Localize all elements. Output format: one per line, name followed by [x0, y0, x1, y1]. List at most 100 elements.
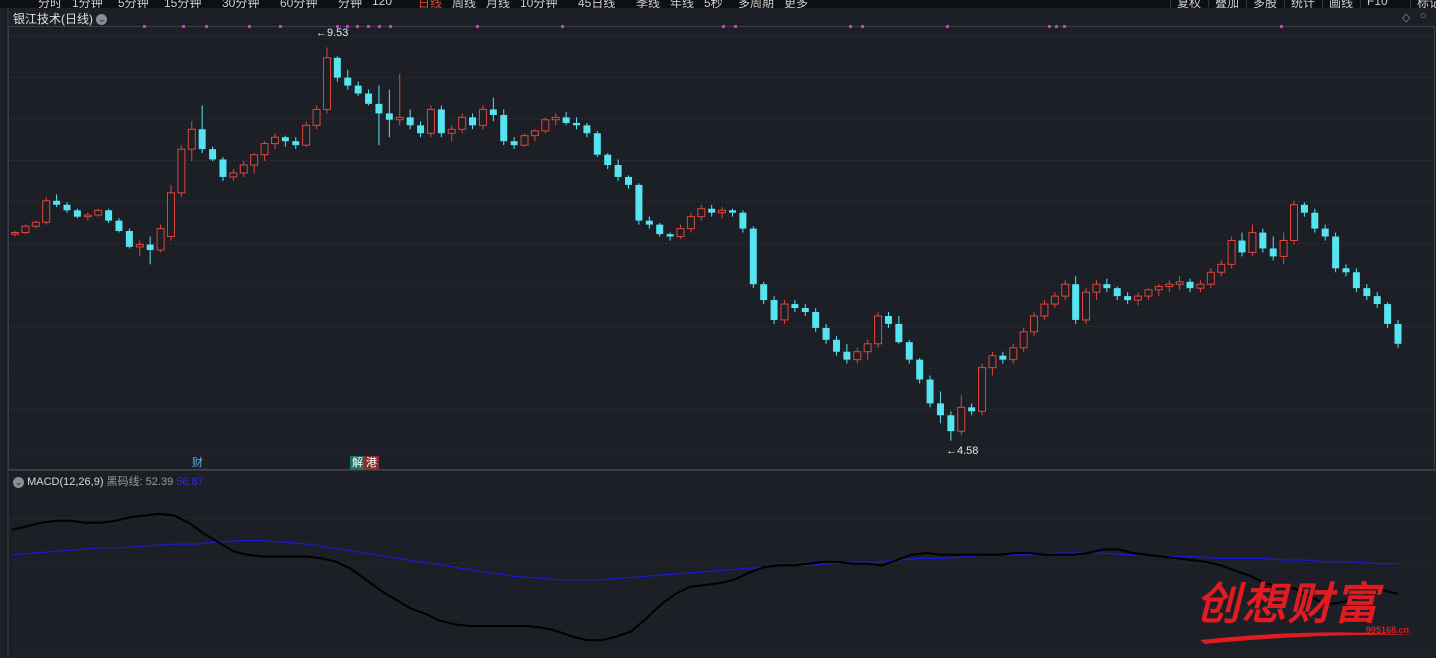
candle-body [770, 300, 778, 320]
candle-body [1206, 271, 1215, 285]
candle [853, 347, 862, 364]
candle-body [260, 143, 269, 156]
candle [905, 339, 913, 364]
candle [1082, 288, 1091, 324]
candle [884, 312, 892, 328]
candle [770, 296, 778, 324]
candle [686, 212, 695, 233]
candle [1061, 280, 1070, 301]
event-dot [1048, 25, 1051, 28]
unlock-badge[interactable]: 解 [350, 456, 365, 470]
candle [1269, 236, 1277, 261]
candle-body [1134, 295, 1143, 301]
candle-body [884, 315, 892, 324]
candle [583, 122, 591, 138]
candle [1165, 280, 1174, 293]
candle [666, 232, 674, 241]
hk-connect-badge[interactable]: 港 [364, 456, 379, 470]
candle [645, 216, 653, 229]
candle [541, 117, 550, 134]
candle-body [1373, 296, 1381, 305]
event-dot [143, 25, 146, 28]
candle [510, 137, 518, 150]
candle-body [395, 116, 404, 121]
candle-body [42, 200, 51, 223]
candle [1238, 232, 1246, 257]
candle [198, 105, 206, 154]
candle-body [1196, 283, 1205, 289]
candle-body [292, 141, 300, 146]
candle-body [1144, 289, 1153, 297]
chevron-down-icon[interactable]: ⌄ [96, 14, 108, 26]
candle [1019, 327, 1028, 352]
candle [822, 323, 830, 344]
candle-body [312, 108, 321, 126]
candle-body [978, 367, 987, 412]
candle [447, 125, 456, 142]
chart-grid [7, 8, 1436, 658]
candle-body [1092, 283, 1101, 293]
candle [656, 223, 664, 237]
candle [302, 121, 311, 147]
candle [676, 224, 685, 239]
candle-body [666, 234, 674, 237]
candle [947, 411, 955, 441]
candle-body [209, 149, 217, 160]
event-dot [946, 25, 949, 28]
candle [21, 224, 30, 235]
candle [83, 212, 92, 221]
candle-body [115, 220, 123, 231]
candle-body [822, 327, 830, 340]
panel-settings-icon[interactable]: ◇ [1402, 11, 1410, 24]
candle-body [801, 308, 809, 312]
event-dot [378, 25, 381, 28]
candle [739, 210, 747, 233]
candle [177, 145, 186, 197]
candle [728, 208, 736, 217]
candle [957, 395, 966, 436]
candle [843, 343, 851, 364]
candle-body [354, 85, 362, 94]
candle-body [187, 128, 196, 150]
candle [1009, 343, 1018, 364]
candle-body [520, 135, 529, 146]
candle-body [198, 129, 206, 150]
candle [936, 391, 944, 424]
candle-body [843, 351, 851, 360]
candle [604, 153, 612, 169]
financial-report-badge[interactable]: 财 [190, 456, 205, 470]
candle [1113, 286, 1121, 301]
event-dot [182, 25, 185, 28]
candle-body [614, 165, 622, 177]
candle-body [1342, 268, 1350, 273]
candle [1352, 268, 1360, 293]
candle [1050, 292, 1059, 309]
candle-body [73, 210, 81, 217]
event-dot [1280, 25, 1283, 28]
candle [614, 159, 622, 181]
candle [115, 218, 123, 233]
candle [1030, 312, 1039, 336]
main-panel-frame [8, 26, 1435, 470]
candle [1342, 264, 1350, 277]
candle [344, 69, 352, 90]
arrow-left-icon: ← [316, 27, 327, 39]
event-dot [1063, 25, 1066, 28]
candle [11, 230, 19, 237]
candle [209, 146, 217, 162]
candle-body [458, 116, 467, 130]
candle [625, 175, 633, 189]
candle-body [1154, 286, 1163, 291]
candle [1186, 278, 1194, 293]
candle-body [146, 244, 154, 251]
candle [312, 105, 321, 130]
candle-body [1394, 323, 1402, 344]
candle [1259, 228, 1267, 253]
candle-body [1248, 232, 1257, 253]
candle [1217, 260, 1226, 277]
chevron-down-icon[interactable]: ⌄ [13, 476, 24, 488]
candle-body [250, 154, 259, 166]
candle-body [365, 93, 373, 104]
panel-close-icon[interactable]: ○ [1420, 10, 1427, 22]
candle [593, 130, 601, 158]
